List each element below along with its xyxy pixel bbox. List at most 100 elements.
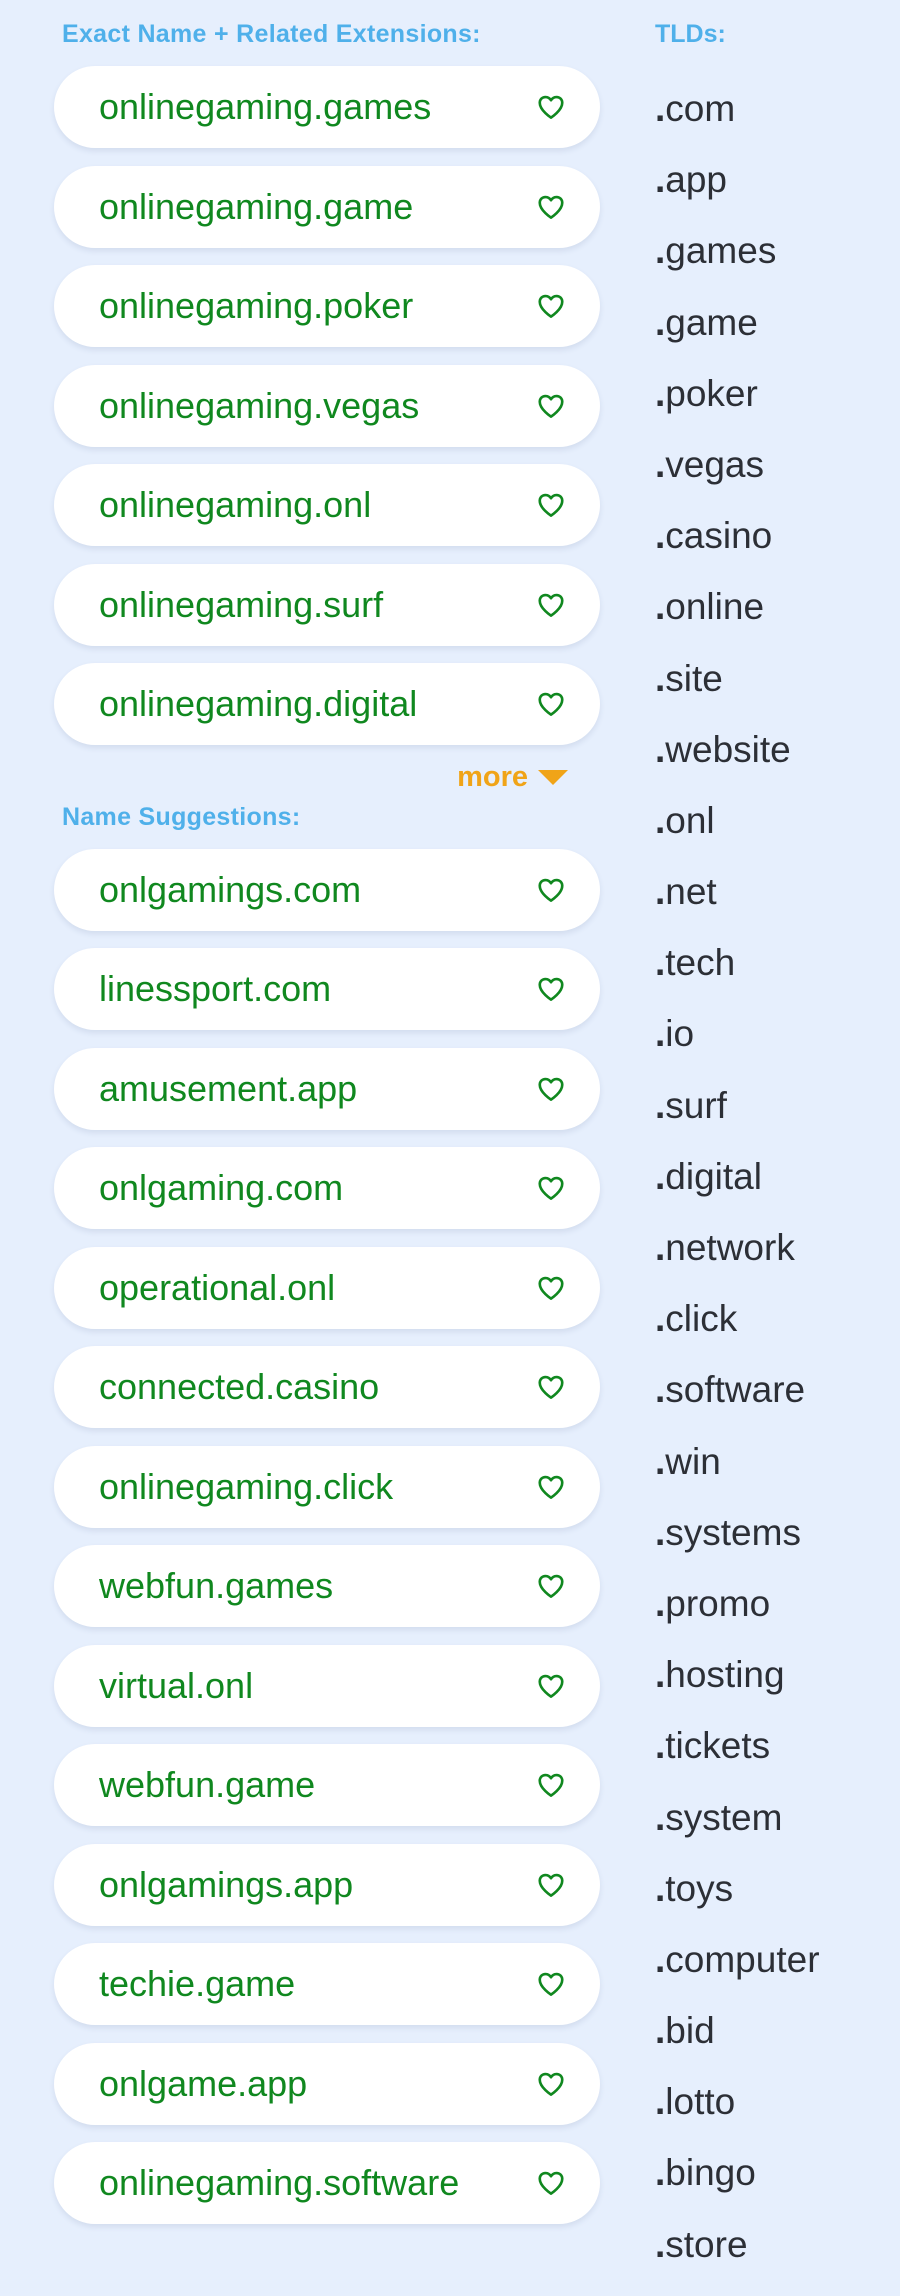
heart-icon[interactable] <box>536 1671 566 1701</box>
tld-item[interactable]: .promo <box>655 1583 900 1655</box>
domain-name[interactable]: connected.casino <box>99 1366 379 1408</box>
domain-name[interactable]: techie.game <box>99 1963 295 2005</box>
tld-item[interactable]: .toys <box>655 1867 900 1940</box>
domain-card[interactable]: onl​gaming.com <box>54 1147 600 1229</box>
tld-item[interactable]: .system <box>655 1797 900 1869</box>
tld-item[interactable]: .io <box>655 1014 900 1085</box>
heart-icon[interactable] <box>536 1770 566 1800</box>
heart-icon[interactable] <box>536 192 566 222</box>
tld-item[interactable]: .software <box>655 1370 900 1441</box>
domain-card[interactable]: techie.game <box>54 1943 600 2025</box>
tld-item[interactable]: .casino <box>655 516 900 587</box>
domain-card[interactable]: onl​gamings.com <box>54 848 600 931</box>
domain-card[interactable]: online​gaming.games <box>54 66 600 148</box>
heart-icon[interactable] <box>536 1273 566 1303</box>
domain-name[interactable]: onl​gamings.app <box>99 1864 353 1906</box>
heart-icon[interactable] <box>536 1372 566 1402</box>
domain-name[interactable]: online​gaming.digital <box>99 683 417 725</box>
heart-icon[interactable] <box>536 1969 566 1999</box>
domain-name[interactable]: online​gaming.game <box>99 186 413 228</box>
heart-icon[interactable] <box>536 2168 566 2198</box>
tld-item[interactable]: .tickets <box>655 1726 900 1797</box>
tld-item[interactable]: .game <box>655 302 900 374</box>
exact-extensions-heading: Exact Name + Related Extensions: <box>62 20 481 48</box>
heart-icon[interactable] <box>536 2069 566 2099</box>
tld-item[interactable]: .systems <box>655 1512 900 1584</box>
tld-item[interactable]: .store <box>655 2224 900 2296</box>
tld-item[interactable]: .online <box>655 587 900 658</box>
domain-name[interactable]: onl​gamings.com <box>99 869 361 911</box>
heart-icon[interactable] <box>536 391 566 421</box>
domain-card[interactable]: online​gaming.vegas <box>54 364 600 447</box>
heart-icon[interactable] <box>536 490 566 520</box>
domain-card[interactable]: onl​game.app <box>54 2042 600 2125</box>
tld-item[interactable]: .site <box>655 657 900 730</box>
domain-name[interactable]: web​fun.games <box>99 1565 333 1607</box>
tld-item[interactable]: .digital <box>655 1156 900 1228</box>
heart-icon[interactable] <box>536 590 566 620</box>
tld-item[interactable]: .lotto <box>655 2082 900 2153</box>
tld-item[interactable]: .website <box>655 728 900 801</box>
tld-item[interactable]: .onl <box>655 800 900 872</box>
domain-card[interactable]: online​gaming.game <box>54 165 600 248</box>
tld-item[interactable]: .network <box>655 1228 900 1299</box>
domain-name[interactable]: onl​gaming.com <box>99 1167 343 1209</box>
domain-card[interactable]: connected.casino <box>54 1346 600 1428</box>
domain-card[interactable]: online​gaming.onl <box>54 464 600 546</box>
tld-item[interactable]: .bid <box>655 2011 900 2082</box>
tld-item[interactable]: .click <box>655 1299 900 1370</box>
tld-item[interactable]: .surf <box>655 1084 900 1157</box>
domain-card[interactable]: online​gaming.digital <box>54 663 600 745</box>
heart-icon[interactable] <box>536 291 566 321</box>
domain-card[interactable]: online​gaming.click <box>54 1445 600 1528</box>
tld-item[interactable]: .bingo <box>655 2153 900 2224</box>
domain-name[interactable]: online​gaming.software <box>99 2162 459 2204</box>
domain-name[interactable]: amusement.app <box>99 1068 357 1110</box>
heart-icon[interactable] <box>536 875 566 905</box>
domain-name[interactable]: web​fun.game <box>99 1764 315 1806</box>
tld-item[interactable]: .com <box>655 89 900 160</box>
domain-card[interactable]: web​fun.games <box>54 1545 600 1627</box>
domain-card[interactable]: online​gaming.poker <box>54 265 600 347</box>
heart-icon[interactable] <box>536 1074 566 1104</box>
domain-name[interactable]: online​gaming.onl <box>99 484 371 526</box>
domain-card[interactable]: online​gaming.software <box>54 2142 600 2224</box>
tld-item[interactable]: .hosting <box>655 1655 900 1726</box>
heart-icon[interactable] <box>536 92 566 122</box>
tld-item[interactable]: .poker <box>655 373 900 445</box>
tld-item[interactable]: .vegas <box>655 444 900 516</box>
tld-dot: . <box>655 657 666 699</box>
domain-card[interactable]: online​gaming.surf <box>54 563 600 646</box>
domain-name[interactable]: lines​sport.com <box>99 968 331 1010</box>
domain-card[interactable]: web​fun.game <box>54 1744 600 1826</box>
more-button[interactable]: more <box>457 761 568 794</box>
tld-item[interactable]: .tech <box>655 943 900 1014</box>
tld-dot: . <box>655 728 666 770</box>
tld-dot: . <box>655 1084 666 1126</box>
tld-item[interactable]: .computer <box>655 1939 900 2011</box>
domain-card[interactable]: amusement.app <box>54 1047 600 1130</box>
domain-card[interactable]: lines​sport.com <box>54 948 600 1030</box>
tld-dot: . <box>655 1867 666 1909</box>
domain-card[interactable]: onl​gamings.app <box>54 1843 600 1926</box>
heart-icon[interactable] <box>536 1571 566 1601</box>
domain-card[interactable]: virtual.onl <box>54 1644 600 1727</box>
tld-item[interactable]: .app <box>655 160 900 231</box>
heart-icon[interactable] <box>536 1472 566 1502</box>
tld-item[interactable]: .net <box>655 872 900 943</box>
domain-name[interactable]: operational.onl <box>99 1267 335 1309</box>
domain-name[interactable]: online​gaming.poker <box>99 285 413 327</box>
heart-icon[interactable] <box>536 974 566 1004</box>
domain-card[interactable]: operational.onl <box>54 1246 600 1329</box>
tld-item[interactable]: .games <box>655 231 900 302</box>
heart-icon[interactable] <box>536 1870 566 1900</box>
heart-icon[interactable] <box>536 1173 566 1203</box>
domain-name[interactable]: online​gaming.games <box>99 86 431 128</box>
domain-name[interactable]: online​gaming.surf <box>99 584 383 626</box>
heart-icon[interactable] <box>536 689 566 719</box>
tld-item[interactable]: .win <box>655 1441 900 1513</box>
domain-name[interactable]: onl​game.app <box>99 2063 307 2105</box>
domain-name[interactable]: virtual.onl <box>99 1665 253 1707</box>
domain-name[interactable]: online​gaming.click <box>99 1466 393 1508</box>
domain-name[interactable]: online​gaming.vegas <box>99 385 419 427</box>
